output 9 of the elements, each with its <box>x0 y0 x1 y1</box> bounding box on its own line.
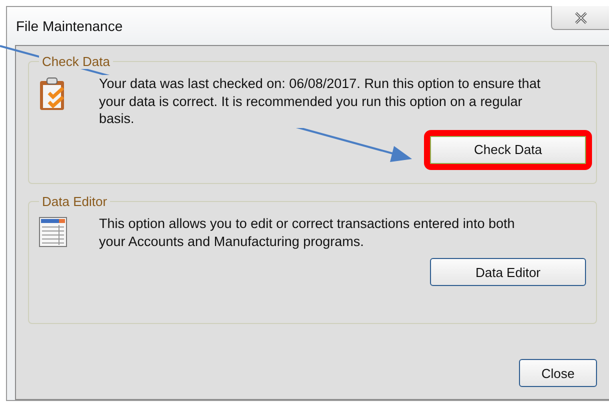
window-title: File Maintenance <box>16 18 123 34</box>
close-button[interactable]: Close <box>519 359 597 387</box>
action-button[interactable]: Data Editor <box>430 258 586 286</box>
close-button[interactable] <box>551 6 609 30</box>
description-text: Your data was last checked on: 06/08/2017. Run this option to ensure that your data is correct. It is recommended you run this option on a regular basis. <box>99 75 542 128</box>
group-title: Check Data <box>39 54 113 69</box>
close-icon <box>574 12 588 24</box>
spreadsheet-icon <box>39 217 67 247</box>
clipboard-checklist-icon <box>39 77 67 111</box>
